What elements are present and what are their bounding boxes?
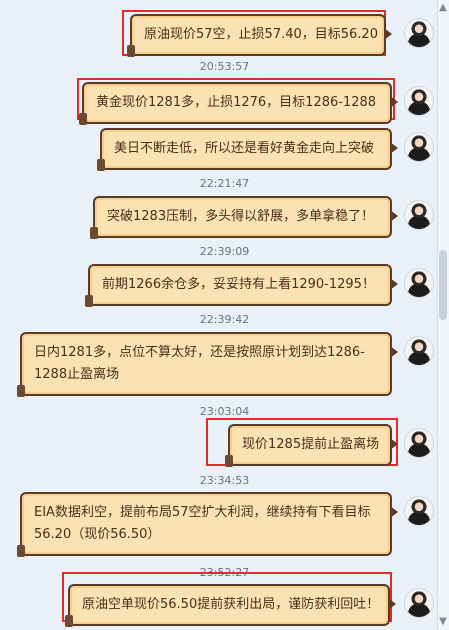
chat-bubble: 日内1281多，点位不算太好，还是按照原计划到达1286-1288止盈离场: [17, 332, 398, 397]
chat-transcript: 原油现价57空，止损57.40，目标56.20 20:53:57 黄金现价128…: [0, 0, 449, 630]
timestamp: 22:21:47: [199, 177, 250, 190]
timestamp: 23:34:53: [199, 474, 250, 487]
message-text: 美日不断走低，所以还是看好黄金走向上突破: [114, 141, 375, 156]
message-text: 黄金现价1281多，止损1276，目标1286-1288: [96, 95, 377, 110]
bubble-ornament-icon: [85, 295, 93, 307]
message-text: EIA数据利空，提前布局57空扩大利润，继续持有下看目标56.20（现价56.5…: [34, 505, 371, 542]
message-text: 原油空单现价56.50提前获利出局，谨防获利回吐！: [82, 597, 380, 612]
avatar[interactable]: [404, 588, 434, 618]
message-text: 现价1285提前止盈离场: [242, 437, 380, 452]
avatar[interactable]: [404, 496, 434, 526]
chat-bubble: 现价1285提前止盈离场: [225, 424, 398, 467]
chevron-down-icon[interactable]: ▼: [438, 617, 448, 627]
chat-bubble: 原油现价57空，止损57.40，目标56.20: [127, 14, 392, 57]
bubble-ornament-icon: [225, 455, 233, 467]
avatar[interactable]: [404, 200, 434, 230]
avatar[interactable]: [404, 18, 434, 48]
chat-bubble: EIA数据利空，提前布局57空扩大利润，继续持有下看目标56.20（现价56.5…: [17, 492, 398, 557]
message-text: 日内1281多，点位不算太好，还是按照原计划到达1286-1288止盈离场: [34, 345, 365, 382]
chat-bubble: 突破1283压制，多头得以舒展，多单拿稳了！: [90, 196, 398, 239]
avatar[interactable]: [404, 336, 434, 366]
chat-bubble: 前期1266余仓多，妥妥持有上看1290-1295！: [85, 264, 398, 307]
bubble-ornament-icon: [127, 45, 135, 57]
avatar[interactable]: [404, 268, 434, 298]
avatar[interactable]: [404, 132, 434, 162]
bubble-ornament-icon: [17, 545, 25, 557]
bubble-ornament-icon: [17, 385, 25, 397]
scroll-thumb[interactable]: [439, 250, 447, 320]
bubble-ornament-icon: [97, 159, 105, 171]
chevron-up-icon[interactable]: ▲: [438, 3, 448, 13]
avatar[interactable]: [404, 428, 434, 458]
message-text: 原油现价57空，止损57.40，目标56.20: [144, 27, 378, 42]
chat-bubble: 美日不断走低，所以还是看好黄金走向上突破: [97, 128, 398, 171]
message-text: 前期1266余仓多，妥妥持有上看1290-1295！: [102, 277, 375, 292]
chat-bubble: 黄金现价1281多，止损1276，目标1286-1288: [79, 82, 398, 125]
timestamp: 23:03:04: [199, 405, 250, 418]
timestamp: 22:39:09: [199, 245, 250, 258]
timestamp: 20:53:57: [199, 60, 250, 73]
chat-bubble: 原油空单现价56.50提前获利出局，谨防获利回吐！: [65, 584, 396, 627]
scrollbar[interactable]: ▲ ▼: [437, 0, 449, 630]
bubble-ornament-icon: [79, 113, 87, 125]
bubble-ornament-icon: [90, 227, 98, 239]
message-text: 突破1283压制，多头得以舒展，多单拿稳了！: [107, 209, 375, 224]
avatar[interactable]: [404, 86, 434, 116]
timestamp: 22:39:42: [199, 313, 250, 326]
bubble-ornament-icon: [65, 615, 73, 627]
